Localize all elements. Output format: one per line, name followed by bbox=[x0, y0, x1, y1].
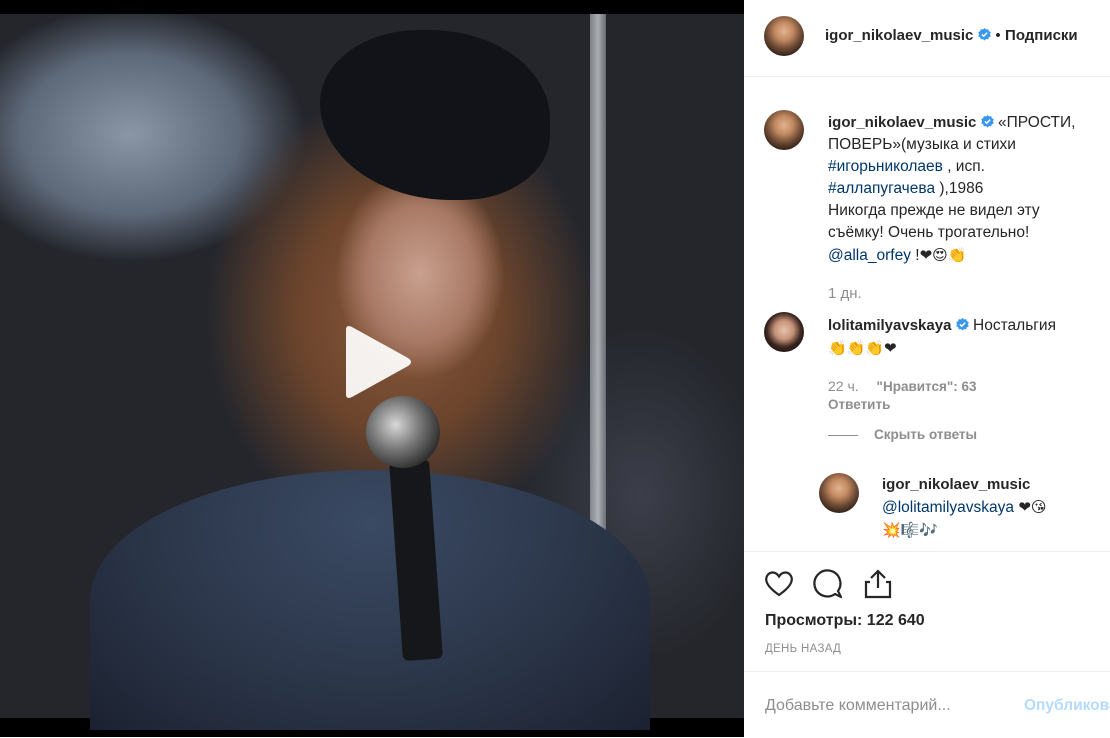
comment-button[interactable] bbox=[811, 567, 845, 601]
post-sidebar: igor_nikolaev_music • Подписки igor_niko… bbox=[744, 0, 1110, 737]
play-button[interactable] bbox=[336, 322, 414, 402]
post-caption: igor_nikolaev_music «ПРОСТИ, ПОВЕРЬ»(муз… bbox=[828, 112, 1100, 305]
video-player[interactable] bbox=[0, 0, 744, 737]
video-singer-shirt bbox=[90, 470, 650, 730]
video-microphone bbox=[366, 396, 440, 468]
caption-author-username[interactable]: igor_nikolaev_music bbox=[828, 114, 976, 131]
caption-emojis: ❤😍👏 bbox=[919, 246, 967, 264]
post-date[interactable]: ДЕНЬ НАЗАД bbox=[765, 643, 841, 655]
views-value: 122 640 bbox=[866, 612, 925, 629]
author-avatar[interactable] bbox=[764, 16, 804, 56]
reply-emojis: ❤😘 bbox=[1018, 498, 1047, 516]
hashtag-link[interactable]: #игорьниколаев bbox=[828, 158, 943, 175]
comment-text: Ностальгия bbox=[973, 317, 1056, 334]
header-separator: • bbox=[995, 27, 1001, 44]
caption-author-avatar[interactable] bbox=[764, 110, 804, 150]
replies-divider bbox=[828, 434, 858, 436]
post-header: igor_nikolaev_music • Подписки bbox=[744, 0, 1110, 77]
like-button[interactable] bbox=[762, 567, 796, 601]
following-button[interactable]: Подписки bbox=[1005, 27, 1078, 44]
reply-comment: igor_nikolaev_music @lolitamilyavskaya ❤… bbox=[882, 474, 1104, 541]
reply-author-username[interactable]: igor_nikolaev_music bbox=[882, 474, 1104, 496]
mention-link[interactable]: @lolitamilyavskaya bbox=[882, 499, 1014, 516]
comment: lolitamilyavskaya Ностальгия 👏👏👏❤ 22 ч. … bbox=[828, 315, 1100, 446]
verified-badge-icon bbox=[980, 115, 994, 128]
caption-text-line5: Никогда прежде не видел эту bbox=[828, 202, 1040, 219]
caption-text: ),1986 bbox=[935, 180, 984, 197]
verified-badge-icon bbox=[956, 318, 969, 331]
commenter-username[interactable]: lolitamilyavskaya bbox=[828, 317, 951, 334]
hide-replies-label: Скрыть ответы bbox=[874, 427, 978, 442]
hide-replies-button[interactable]: Скрыть ответы bbox=[828, 424, 1100, 446]
comment-input[interactable]: Добавьте комментарий... bbox=[765, 697, 951, 715]
reply-button[interactable]: Ответить bbox=[828, 396, 1100, 414]
hashtag-link[interactable]: #аллапугачева bbox=[828, 180, 935, 197]
add-comment-bar: Добавьте комментарий... Опубликовать bbox=[744, 671, 1110, 738]
share-icon bbox=[864, 569, 892, 599]
share-button[interactable] bbox=[861, 567, 895, 601]
verified-badge-icon bbox=[978, 28, 991, 41]
caption-text: , исп. bbox=[942, 158, 985, 175]
views-count[interactable]: Просмотры: 122 640 bbox=[765, 612, 925, 630]
caption-timestamp[interactable]: 1 дн. bbox=[828, 283, 1100, 305]
author-username[interactable]: igor_nikolaev_music bbox=[825, 27, 973, 44]
caption-text: ! bbox=[910, 247, 920, 264]
caption-text-line2: ПОВЕРЬ»(музыка и стихи bbox=[828, 136, 1016, 153]
publish-button[interactable]: Опубликовать bbox=[1024, 697, 1110, 715]
reply-author-avatar[interactable] bbox=[819, 473, 859, 513]
play-icon bbox=[346, 326, 411, 398]
post-actions: Просмотры: 122 640 ДЕНЬ НАЗАД bbox=[744, 551, 1110, 672]
comment-timestamp[interactable]: 22 ч. bbox=[828, 378, 859, 394]
comment-emojis: 👏👏👏❤ bbox=[828, 339, 897, 357]
heart-icon bbox=[765, 571, 793, 597]
comment-icon bbox=[813, 569, 843, 599]
views-label: Просмотры: bbox=[765, 612, 863, 629]
mention-link[interactable]: @alla_orfey bbox=[828, 247, 911, 264]
caption-text-line1: «ПРОСТИ, bbox=[998, 114, 1076, 131]
commenter-avatar[interactable] bbox=[764, 312, 804, 352]
caption-text-line6: съёмку! Очень трогательно! bbox=[828, 224, 1030, 241]
comment-likes[interactable]: "Нравится": 63 bbox=[877, 379, 977, 394]
reply-emojis-line2: 💥🎼🎶 bbox=[882, 521, 939, 539]
